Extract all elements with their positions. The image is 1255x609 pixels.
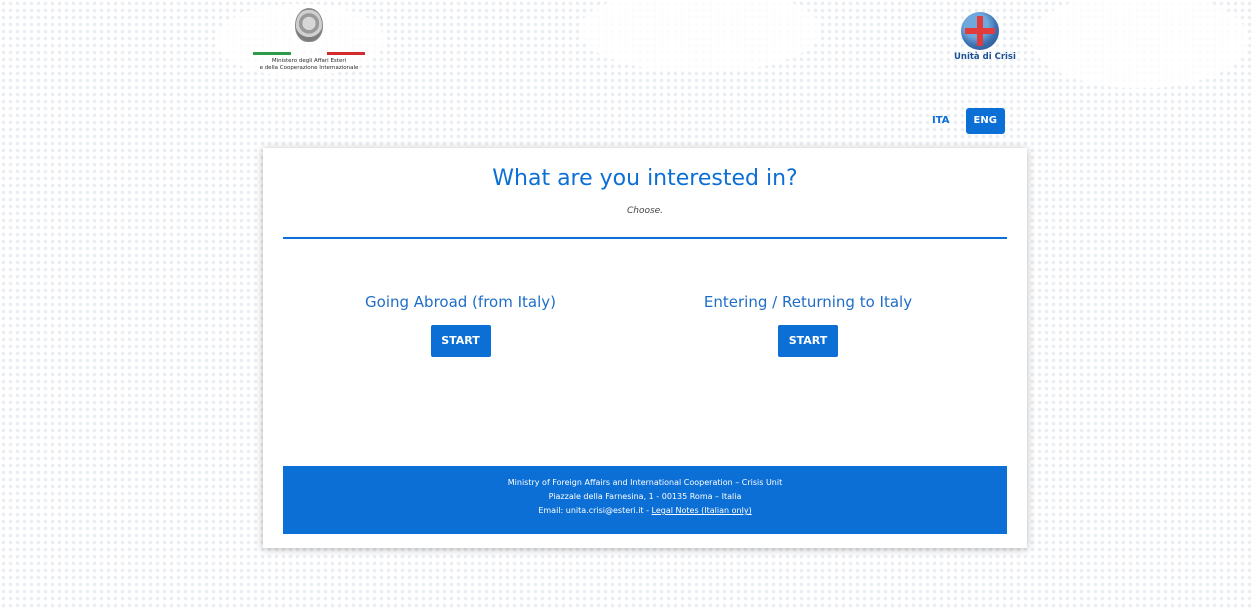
start-button-going-abroad[interactable]: START bbox=[430, 325, 491, 357]
crisis-unit-globe-icon bbox=[961, 12, 999, 50]
footer-organization: Ministry of Foreign Affairs and Internat… bbox=[507, 478, 783, 487]
crisis-unit-label: Unità di Crisi bbox=[954, 52, 1016, 62]
page-subtitle: Choose. bbox=[626, 206, 664, 216]
language-switcher: ITA ENG bbox=[924, 108, 1005, 134]
title-divider bbox=[283, 237, 1007, 239]
crisis-unit-logo[interactable]: Unità di Crisi bbox=[954, 12, 1016, 62]
choice-label-going-abroad: Going Abroad (from Italy) bbox=[365, 293, 556, 311]
flag-bars bbox=[250, 52, 368, 55]
legal-notes-link[interactable]: Legal Notes (Italian only) bbox=[652, 506, 752, 515]
language-button-ita[interactable]: ITA bbox=[924, 108, 958, 134]
choice-label-entering-italy: Entering / Returning to Italy bbox=[703, 293, 913, 311]
flag-red-bar bbox=[327, 52, 365, 55]
page-title: What are you interested in? bbox=[492, 166, 798, 191]
flag-green-bar bbox=[253, 52, 291, 55]
choice-going-abroad: Going Abroad (from Italy) START bbox=[353, 293, 568, 357]
choice-entering-italy: Entering / Returning to Italy START bbox=[688, 293, 928, 357]
contact-footer: Ministry of Foreign Affairs and Internat… bbox=[283, 466, 1007, 534]
start-button-entering-italy[interactable]: START bbox=[778, 325, 838, 357]
language-button-eng[interactable]: ENG bbox=[965, 108, 1005, 134]
italian-republic-emblem-icon bbox=[295, 8, 323, 42]
ministry-name: Ministero degli Affari Esteri e della Co… bbox=[259, 58, 359, 71]
selection-card: What are you interested in? Choose. Goin… bbox=[263, 148, 1027, 548]
footer-email: Email: unita.crisi@esteri.it - bbox=[538, 506, 652, 515]
footer-contact: Email: unita.crisi@esteri.it - Legal Not… bbox=[283, 504, 1007, 518]
ministry-logo[interactable]: Ministero degli Affari Esteri e della Co… bbox=[250, 8, 368, 80]
footer-address: Piazzale della Farnesina, 1 - 00135 Roma… bbox=[548, 492, 742, 501]
